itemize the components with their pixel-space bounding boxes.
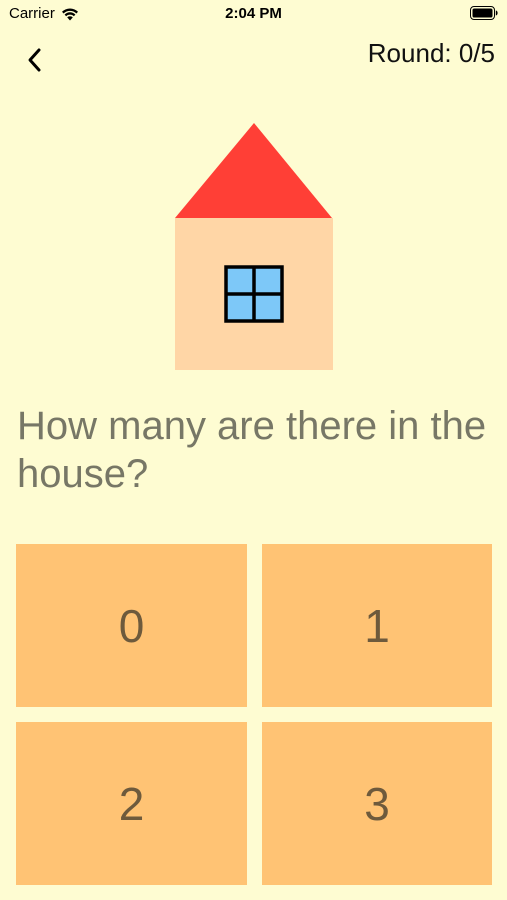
back-button[interactable] [20,42,50,78]
house-roof [175,123,332,218]
battery-icon [470,6,498,20]
house-window [224,265,284,323]
status-time: 2:04 PM [225,5,282,22]
house-illustration [175,123,333,370]
round-counter: Round: 0/5 [367,38,495,68]
answer-button-0[interactable]: 0 [16,544,247,707]
status-bar: Carrier 2:04 PM [0,0,507,30]
question-text: How many are there in the house? [17,404,487,496]
answer-button-3[interactable]: 3 [262,722,492,885]
answer-button-1[interactable]: 1 [262,544,492,707]
chevron-left-icon [28,48,41,72]
answer-button-2[interactable]: 2 [16,722,247,885]
